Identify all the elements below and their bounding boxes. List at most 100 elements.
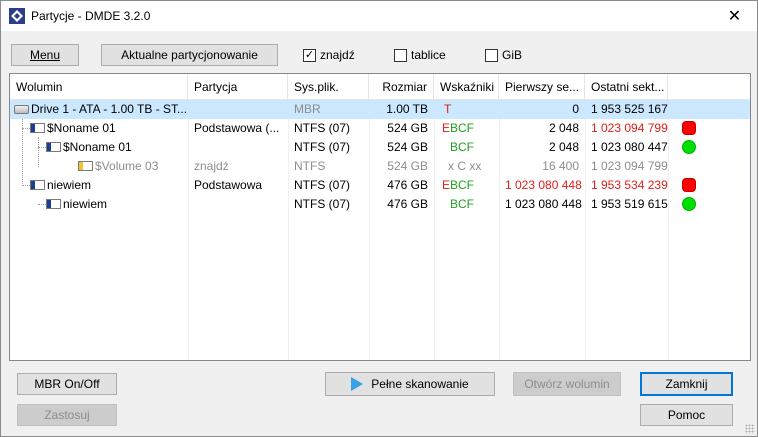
- filesystem-cell: NTFS (07): [294, 121, 351, 135]
- mbr-onoff-button[interactable]: MBR On/Off: [17, 373, 117, 395]
- current-partitioning-label: Aktualne partycjonowanie: [121, 48, 258, 62]
- volume-name: $Volume 03: [95, 159, 159, 173]
- flag-e: E: [442, 178, 451, 192]
- current-partitioning-button[interactable]: Aktualne partycjonowanie: [101, 44, 278, 66]
- flag-e: E: [442, 121, 451, 135]
- partition-cell: [188, 195, 288, 214]
- help-button[interactable]: Pomoc: [640, 404, 733, 426]
- tables-checkbox[interactable]: tablice: [394, 47, 446, 63]
- table-row[interactable]: $Noname 01 NTFS (07) 524 GB BCF 2 048 1 …: [10, 138, 750, 157]
- partitions-list[interactable]: Wolumin Partycja Sys.plik. Rozmiar Wskaź…: [9, 73, 751, 361]
- error-status-icon: [682, 178, 696, 192]
- volume-name: Drive 1 - ATA - 1.00 TB - ST...: [31, 102, 188, 116]
- apply-label: Zastosuj: [44, 408, 90, 422]
- flags-cell: BCF: [434, 195, 499, 214]
- partition-cell: Podstawowa (...: [194, 121, 280, 135]
- ok-status-icon: [682, 140, 696, 154]
- partition-icon: [46, 142, 61, 152]
- gib-checkbox-box[interactable]: [485, 48, 498, 62]
- find-checkbox-box[interactable]: ✓: [303, 48, 316, 62]
- list-header: Wolumin Partycja Sys.plik. Rozmiar Wskaź…: [10, 74, 750, 100]
- table-row[interactable]: niewiem NTFS (07) 476 GB BCF 1 023 080 4…: [10, 195, 750, 214]
- title-bar: Partycje - DMDE 3.2.0 ✕: [1, 1, 757, 31]
- volume-cell: niewiem: [10, 176, 188, 195]
- full-scan-label: Pełne skanowanie: [371, 377, 469, 391]
- size-cell: 524 GB: [387, 121, 428, 135]
- last-sector-cell: 1 023 080 447: [591, 140, 668, 154]
- flags-cell: x C xx: [448, 159, 482, 173]
- first-sector-cell: 2 048: [548, 140, 579, 154]
- col-header-last-sector[interactable]: Ostatni sekt...: [585, 74, 668, 100]
- volume-cell: $Noname 01: [10, 138, 188, 157]
- volume-cell: Drive 1 - ATA - 1.00 TB - ST...: [10, 100, 188, 119]
- play-icon: [351, 377, 364, 391]
- window-title: Partycje - DMDE 3.2.0: [31, 9, 151, 23]
- table-row[interactable]: $Noname 01 Podstawowa (... NTFS (07) 524…: [10, 119, 750, 138]
- tables-checkbox-box[interactable]: [394, 48, 407, 62]
- full-scan-button[interactable]: Pełne skanowanie: [325, 372, 495, 396]
- volume-cell: niewiem: [10, 195, 188, 214]
- volume-name: niewiem: [47, 178, 92, 192]
- last-sector-cell: 1 953 534 239: [591, 178, 668, 192]
- size-cell: 476 GB: [387, 178, 428, 192]
- filesystem-cell: MBR: [294, 102, 321, 116]
- flags-bcf: BCF: [450, 121, 475, 135]
- size-cell: 524 GB: [387, 159, 428, 173]
- ok-status-icon: [682, 197, 696, 211]
- menu-button[interactable]: Menu: [11, 44, 79, 66]
- flags-bcf: BCF: [450, 140, 474, 154]
- first-sector-cell: 1 023 080 448: [505, 178, 582, 192]
- filesystem-cell: NTFS (07): [294, 197, 351, 211]
- flag-t: T: [444, 102, 452, 116]
- open-volume-label: Otwórz wolumin: [524, 377, 610, 391]
- col-header-partition[interactable]: Partycja: [188, 74, 288, 100]
- gib-checkbox[interactable]: GiB: [485, 47, 522, 63]
- close-button[interactable]: Zamknij: [640, 372, 733, 396]
- partition-icon: [46, 199, 61, 209]
- open-volume-button[interactable]: Otwórz wolumin: [513, 372, 621, 396]
- first-sector-cell: 2 048: [548, 121, 579, 135]
- partitions-window: Partycje - DMDE 3.2.0 ✕ Menu Aktualne pa…: [0, 0, 758, 437]
- find-checkbox[interactable]: ✓ znajdź: [303, 47, 355, 63]
- size-cell: 524 GB: [387, 140, 428, 154]
- table-row-drive[interactable]: Drive 1 - ATA - 1.00 TB - ST... MBR 1.00…: [10, 100, 750, 119]
- first-sector-cell: 1 023 080 448: [505, 197, 582, 211]
- partition-icon: [30, 180, 45, 190]
- mbr-onoff-label: MBR On/Off: [34, 377, 100, 391]
- gib-checkbox-label: GiB: [502, 48, 523, 62]
- tables-checkbox-label: tablice: [411, 48, 446, 62]
- filesystem-cell: NTFS: [294, 159, 326, 173]
- window-close-button[interactable]: ✕: [712, 1, 757, 31]
- find-checkbox-label: znajdź: [320, 48, 355, 62]
- close-label: Zamknij: [665, 377, 708, 391]
- partition-icon: [30, 123, 45, 133]
- first-sector-cell: 16 400: [542, 159, 579, 173]
- flags-cell: BCF: [434, 138, 499, 157]
- size-cell: 476 GB: [387, 197, 428, 211]
- flags-bcf: BCF: [450, 197, 474, 211]
- volume-name: $Noname 01: [63, 140, 132, 154]
- col-header-flags[interactable]: Wskaźniki: [434, 74, 499, 100]
- col-header-first-sector[interactable]: Pierwszy se...: [499, 74, 585, 100]
- volume-name: niewiem: [63, 197, 108, 211]
- flags-cell: T: [434, 100, 499, 119]
- partition-cell: znajdź: [194, 159, 229, 173]
- resize-grip[interactable]: [745, 424, 755, 434]
- help-label: Pomoc: [667, 408, 706, 422]
- partition-cell: Podstawowa: [194, 178, 263, 192]
- filesystem-cell: NTFS (07): [294, 178, 351, 192]
- col-header-volume[interactable]: Wolumin: [10, 74, 188, 100]
- found-volume-icon: [78, 161, 93, 171]
- apply-button[interactable]: Zastosuj: [17, 404, 117, 426]
- flags-cell: EBCF: [434, 119, 499, 138]
- dmde-app-icon: [9, 8, 25, 24]
- table-row[interactable]: niewiem Podstawowa NTFS (07) 476 GB EBCF…: [10, 176, 750, 195]
- first-sector-cell: 0: [572, 102, 579, 116]
- col-header-filesystem[interactable]: Sys.plik.: [288, 74, 369, 100]
- volume-cell: $Noname 01: [10, 119, 188, 138]
- last-sector-cell: 1 953 519 615: [591, 197, 668, 211]
- table-row[interactable]: $Volume 03 znajdź NTFS 524 GB x C xx 16 …: [10, 157, 750, 176]
- flags-cell: EBCF: [434, 176, 499, 195]
- col-header-size[interactable]: Rozmiar: [369, 74, 434, 100]
- partition-cell: [188, 138, 288, 157]
